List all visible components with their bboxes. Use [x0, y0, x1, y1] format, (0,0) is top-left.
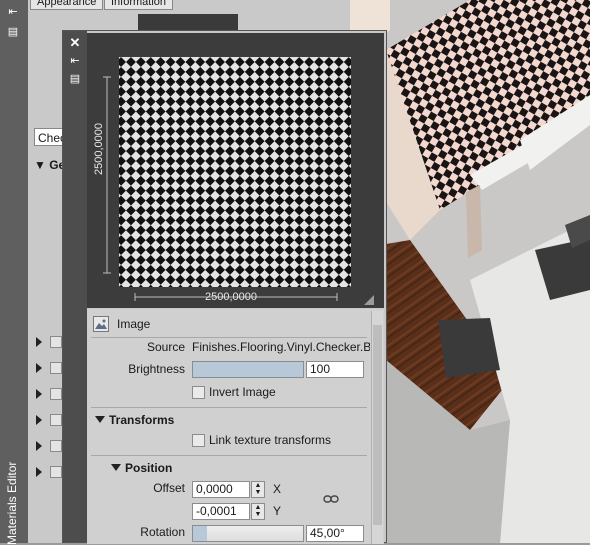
expand-arrow-icon[interactable]	[36, 441, 42, 451]
divider	[91, 455, 367, 456]
invert-image-label: Invert Image	[209, 385, 276, 399]
checkbox[interactable]	[50, 336, 62, 348]
window-gutter: ✕ ⇤ ▤	[63, 31, 87, 542]
checkbox[interactable]	[50, 414, 62, 426]
offset-x-spinner[interactable]: ▲ ▼	[251, 481, 265, 498]
link-chain-icon[interactable]	[323, 493, 339, 503]
generic-section-header[interactable]: ▼ Ge	[34, 158, 65, 172]
rotation-slider[interactable]	[192, 525, 304, 542]
brightness-slider-fill	[193, 362, 303, 377]
tab-information[interactable]: Information	[104, 0, 174, 10]
offset-y-field[interactable]: -0,0001	[192, 503, 250, 520]
source-label: Source	[147, 340, 186, 354]
checkbox[interactable]	[50, 440, 62, 452]
checkbox[interactable]	[50, 466, 62, 478]
expand-arrow-icon[interactable]	[36, 415, 42, 425]
link-transforms-label: Link texture transforms	[209, 433, 332, 447]
expand-arrow-icon[interactable]	[36, 337, 42, 347]
transforms-section-label[interactable]: Transforms	[109, 413, 174, 427]
checkbox[interactable]	[50, 362, 62, 374]
left-dock-strip: ⇤ ▤ Materials Editor	[0, 0, 29, 545]
source-filename[interactable]: Finishes.Flooring.Vinyl.Checker.B	[192, 340, 370, 354]
offset-y-spinner[interactable]: ▲ ▼	[251, 503, 265, 520]
brightness-label: Brightness	[128, 362, 185, 376]
texture-image	[119, 57, 351, 287]
image-section-label: Image	[117, 317, 151, 331]
divider	[91, 337, 367, 338]
offset-label: Offset	[153, 481, 185, 495]
link-transforms-checkbox[interactable]	[192, 434, 205, 447]
rotation-label: Rotation	[140, 525, 185, 539]
checkbox[interactable]	[50, 388, 62, 400]
close-icon[interactable]: ✕	[68, 36, 82, 49]
dock-title: Materials Editor	[5, 461, 19, 545]
brightness-field[interactable]: 100	[306, 361, 364, 378]
divider	[91, 407, 367, 408]
expand-arrow-icon[interactable]	[36, 363, 42, 373]
texture-preview: 2500,0000 2500,0000	[87, 33, 384, 308]
invert-image-checkbox[interactable]	[192, 386, 205, 399]
rotation-slider-fill	[193, 526, 207, 541]
panel-icon[interactable]: ▤	[68, 73, 82, 85]
rotation-field[interactable]: 45,00°	[306, 525, 364, 542]
resize-grip-icon[interactable]	[364, 295, 374, 305]
expand-arrow-icon[interactable]	[111, 464, 121, 471]
properties-scrollbar[interactable]	[371, 311, 383, 544]
expand-arrow-icon[interactable]	[95, 416, 105, 423]
height-dimension-label: 2500,0000	[93, 123, 105, 175]
collapse-icon[interactable]: ⇤	[6, 6, 20, 18]
checker-texture	[103, 57, 374, 305]
image-icon	[93, 316, 109, 332]
expand-arrow-icon[interactable]	[36, 467, 42, 477]
tab-bar: Appearance Information	[28, 0, 350, 10]
collapse-icon[interactable]: ⇤	[68, 55, 82, 67]
brightness-slider[interactable]	[192, 361, 304, 378]
panel-icon[interactable]: ▤	[6, 26, 20, 38]
position-section-label[interactable]: Position	[125, 461, 172, 475]
axis-x-label: X	[273, 482, 282, 496]
expand-arrow-icon[interactable]	[36, 389, 42, 399]
texture-editor-window: ✕ ⇤ ▤ 2500,0000 2500,0000 Image Source F…	[62, 30, 387, 544]
axis-y-label: Y	[273, 504, 282, 518]
tab-appearance[interactable]: Appearance	[30, 0, 104, 10]
texture-editor-body: 2500,0000 2500,0000 Image Source Finishe…	[87, 31, 386, 544]
scrollbar-thumb[interactable]	[373, 325, 382, 525]
texture-properties: Image Source Finishes.Flooring.Vinyl.Che…	[87, 309, 384, 544]
offset-x-field[interactable]: 0,0000	[192, 481, 250, 498]
width-dimension-label: 2500,0000	[205, 291, 257, 303]
